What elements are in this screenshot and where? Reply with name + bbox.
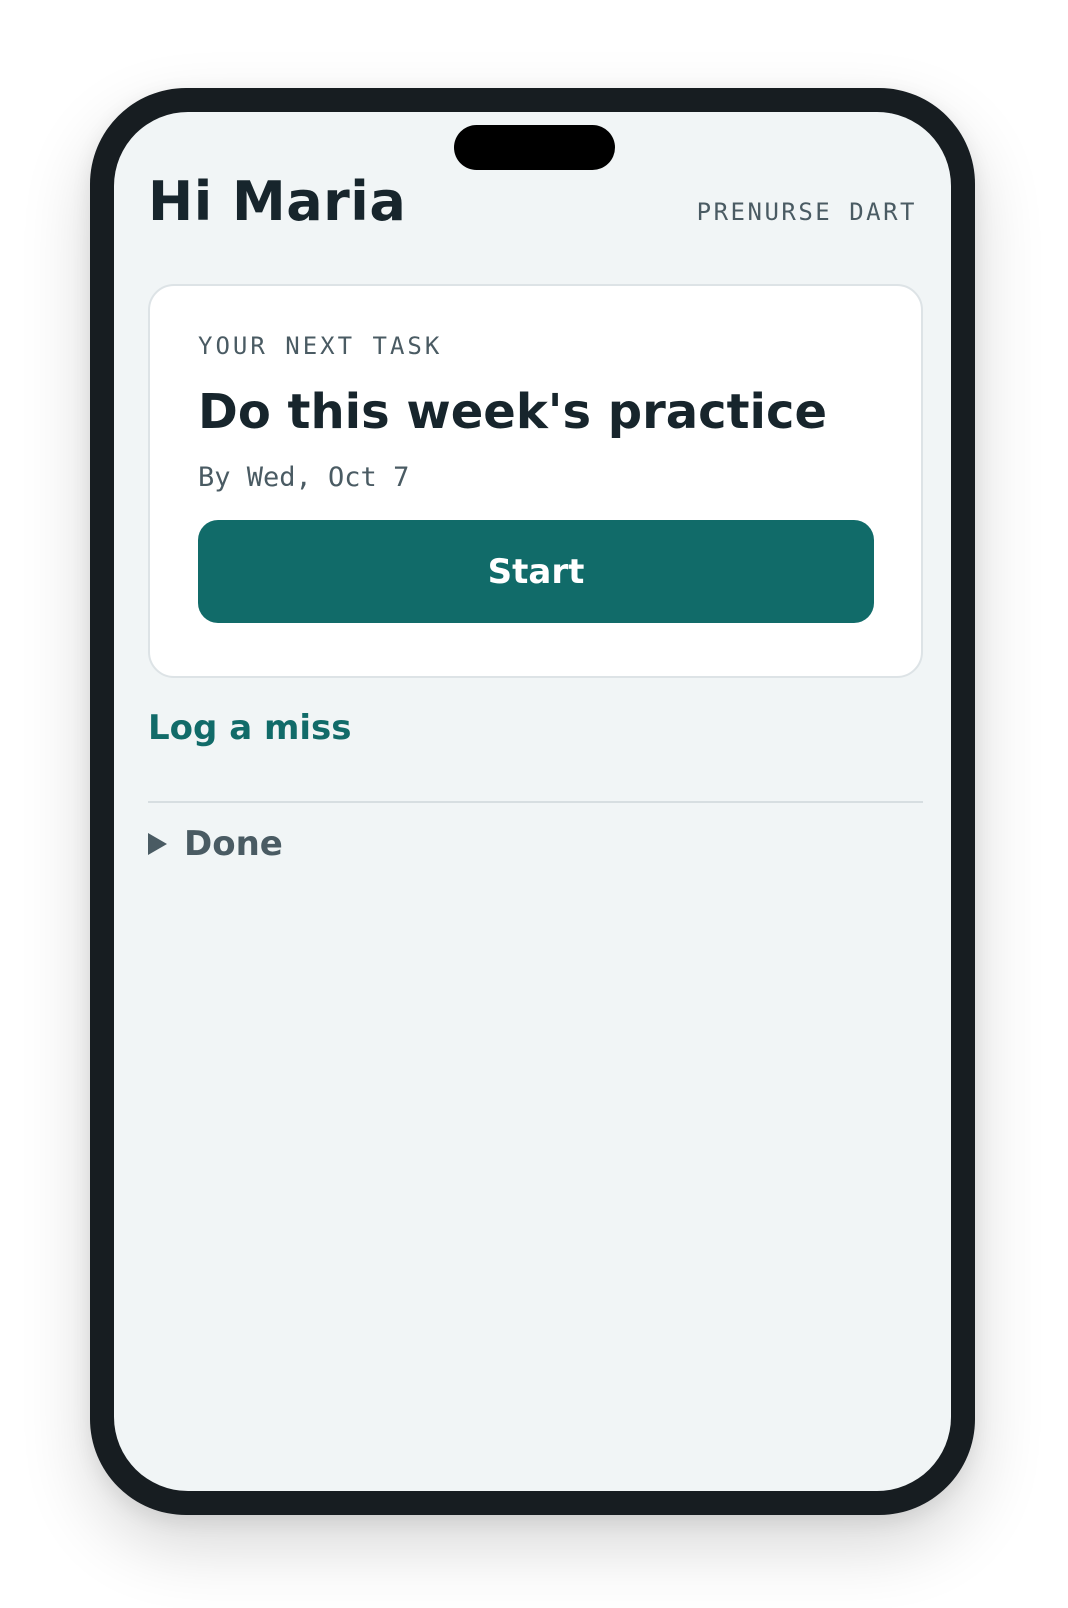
done-section-label: Done: [184, 824, 283, 864]
task-title: Do this week's practice: [198, 384, 828, 440]
log-a-miss-link[interactable]: Log a miss: [148, 708, 352, 748]
disclosure-triangle-icon: [148, 833, 167, 855]
task-eyebrow: YOUR NEXT TASK: [198, 332, 443, 360]
done-section-toggle[interactable]: Done: [148, 824, 283, 864]
brand-label: PRENURSE DART: [696, 198, 917, 226]
app-screen: Hi Maria PRENURSE DART YOUR NEXT TASK Do…: [114, 112, 951, 1491]
camera-notch: [454, 125, 615, 170]
next-task-card: YOUR NEXT TASK Do this week's practice B…: [148, 284, 923, 678]
task-due-date: By Wed, Oct 7: [198, 462, 410, 493]
start-button[interactable]: Start: [198, 520, 874, 623]
section-divider: [148, 801, 923, 803]
greeting-title: Hi Maria: [148, 170, 407, 233]
phone-frame: Hi Maria PRENURSE DART YOUR NEXT TASK Do…: [90, 88, 975, 1515]
